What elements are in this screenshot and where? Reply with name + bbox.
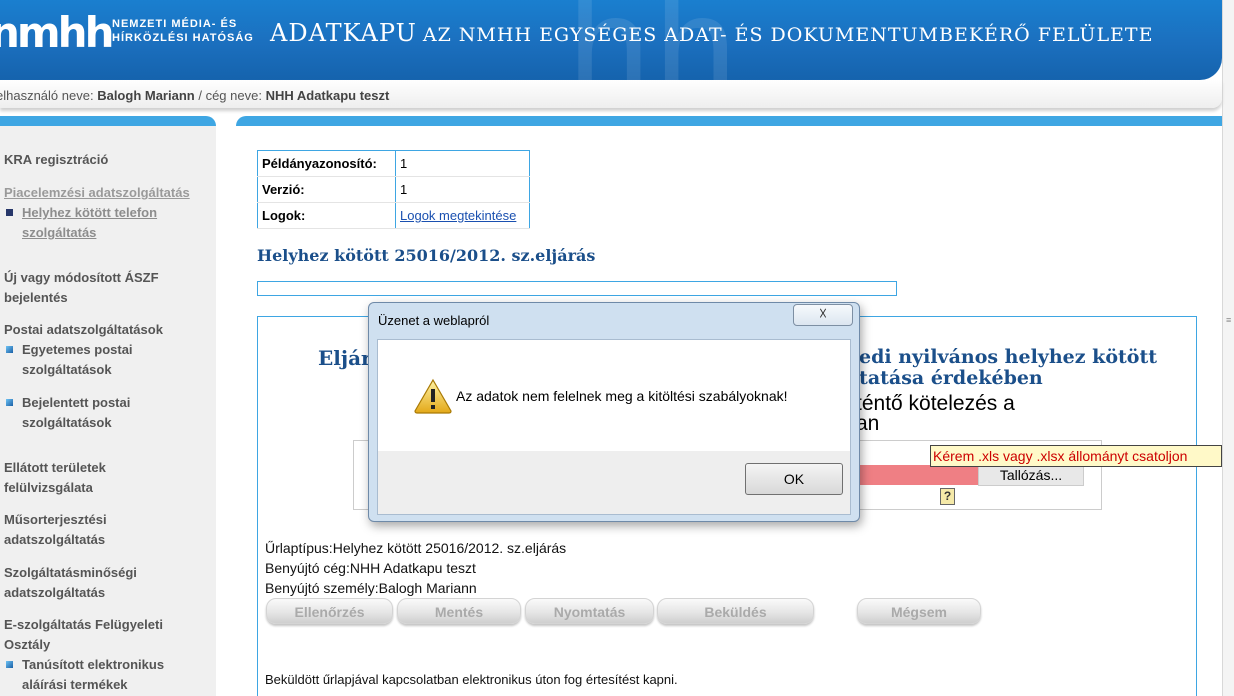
user-name: Balogh Mariann (97, 88, 195, 103)
sidebar-item-kra[interactable]: KRA regisztráció (4, 150, 209, 170)
sidebar-label-line2: aláírási termékek (22, 677, 128, 692)
sidebar-label-line2: adatszolgáltatás (4, 585, 106, 600)
sidebar-item-eszolgaltatas[interactable]: E-szolgáltatás Felügyeleti Osztály (4, 615, 209, 655)
sidebar-item-szolgaltatasminoseg[interactable]: Szolgáltatásminőségi adatszolgáltatás (4, 563, 209, 603)
sidebar-label-line1: Helyhez kötött telefon (22, 205, 158, 220)
sidebar-label-line1: E-szolgáltatás Felügyeleti (4, 617, 163, 632)
company-prefix: / cég neve: (198, 88, 262, 103)
submitter-person-line: Benyújtó személy:Balogh Mariann (265, 580, 477, 596)
nmhh-logo: nmhh (0, 8, 114, 57)
sidebar-label-line1: Műsorterjesztési (4, 512, 107, 527)
company-name: NHH Adatkapu teszt (265, 88, 390, 103)
dialog-close-button[interactable]: ☓ (793, 304, 853, 326)
logo-text: NEMZETI MÉDIA- ÉS HÍRKÖZLÉSI HATÓSÁG (112, 17, 254, 45)
dialog-footer: OK (377, 451, 851, 515)
sidebar-label-line1: Ellátott területek (4, 460, 106, 475)
sidebar-label-line1: Tanúsított elektronikus (22, 657, 165, 672)
bullet-icon (6, 209, 13, 216)
cancel-button[interactable]: Mégsem (857, 598, 981, 624)
help-icon[interactable]: ? (940, 488, 955, 505)
form-type-label: Űrlaptípus: (265, 540, 333, 556)
file-path-input[interactable] (858, 465, 978, 485)
sidebar-item-tanusitott[interactable]: Tanúsított elektronikus aláírási terméke… (6, 655, 206, 695)
sidebar-label-line1: Egyetemes postai (22, 342, 133, 357)
logo-line-1: NEMZETI MÉDIA- ÉS (112, 18, 238, 30)
table-row: Logok: Logok megtekintése (257, 202, 530, 229)
sidebar-item-egyetemes-postai[interactable]: Egyetemes postai szolgáltatások (6, 340, 206, 380)
table-row: Verzió: 1 (257, 176, 530, 203)
sidebar-label-line1: Szolgáltatásminőségi (4, 565, 137, 580)
form-heading-right-1: yedi nyilvános helyhez kötött (848, 346, 1157, 368)
print-button[interactable]: Nyomtatás (525, 598, 654, 624)
submitter-person-label: Benyújtó személy: (265, 580, 379, 596)
sidebar-label-line2: felülvizsgálata (4, 480, 93, 495)
logo-line-2: HÍRKÖZLÉSI HATÓSÁG (112, 32, 254, 44)
version-value: 1 (395, 176, 530, 203)
procedure-title: Helyhez kötött 25016/2012. sz.eljárás (257, 246, 596, 265)
sidebar-label-line1: Új vagy módosított ÁSZF (4, 270, 159, 285)
sidebar-item-bejelentett-postai[interactable]: Bejelentett postai szolgáltatások (6, 393, 206, 433)
dialog-content: Az adatok nem felelnek meg a kitöltési s… (377, 339, 851, 451)
sidebar-label-line2: szolgáltatás (22, 225, 97, 240)
form-type-value: Helyhez kötött 25016/2012. sz.eljárás (332, 540, 567, 556)
user-info-text: elhasználó neve: Balogh Mariann / cég ne… (0, 88, 389, 103)
app-title-main: ADATKAPU (270, 19, 417, 47)
sidebar-nav: KRA regisztráció Piacelemzési adatszolgá… (0, 116, 216, 696)
logs-cell: Logok megtekintése (395, 202, 530, 229)
logs-label: Logok: (257, 202, 396, 229)
alert-dialog: Üzenet a weblapról ☓ Az adatok nem felel… (368, 302, 860, 522)
page: hh nmhh NEMZETI MÉDIA- ÉS HÍRKÖZLÉSI HAT… (0, 0, 1234, 696)
header-banner: hh nmhh NEMZETI MÉDIA- ÉS HÍRKÖZLÉSI HAT… (0, 0, 1222, 80)
sidebar-item-helyhez-kotott[interactable]: Helyhez kötött telefon szolgáltatás (6, 203, 206, 243)
dialog-title: Üzenet a weblapról (378, 313, 490, 328)
sidebar-item-piacelemzes[interactable]: Piacelemzési adatszolgáltatás (4, 183, 209, 203)
bullet-icon (6, 399, 13, 406)
form-heading-right-2: ytatása érdekében (848, 367, 1043, 389)
submission-notice: Beküldött űrlapjával kapcsolatban elektr… (265, 672, 678, 687)
browse-button[interactable]: Tallózás... (978, 464, 1084, 486)
form-text-right-1: téntő kötelezés a (856, 392, 1015, 415)
sidebar-item-aszf[interactable]: Új vagy módosított ÁSZF bejelentés (4, 268, 209, 308)
submitter-company-line: Benyújtó cég:NHH Adatkapu teszt (265, 560, 476, 576)
form-heading-left: Eljár (318, 346, 372, 370)
app-subtitle: AZ NMHH EGYSÉGES ADAT- ÉS DOKUMENTUMBEKÉ… (422, 24, 1154, 46)
sidebar-item-postai[interactable]: Postai adatszolgáltatások (4, 320, 209, 340)
sidebar-item-musorterjesztes[interactable]: Műsorterjesztési adatszolgáltatás (4, 510, 209, 550)
scrollbar-edge[interactable]: ≡ (1222, 0, 1234, 696)
sidebar-label-line2: szolgáltatások (22, 362, 112, 377)
bullet-icon (6, 346, 13, 353)
sidebar-label-line2: bejelentés (4, 290, 68, 305)
id-label: Példányazonosító: (257, 150, 396, 177)
bullet-icon (6, 661, 13, 668)
dialog-message: Az adatok nem felelnek meg a kitöltési s… (456, 388, 788, 404)
app-title: ADATKAPU AZ NMHH EGYSÉGES ADAT- ÉS DOKUME… (270, 19, 1153, 47)
submitter-company-label: Benyújtó cég: (265, 560, 350, 576)
check-button[interactable]: Ellenőrzés (266, 598, 393, 624)
message-box (257, 281, 897, 296)
sidebar-label-line2: szolgáltatások (22, 415, 112, 430)
ok-button[interactable]: OK (745, 463, 843, 495)
table-row: Példányazonosító: 1 (257, 150, 530, 177)
version-label: Verzió: (257, 176, 396, 203)
sidebar-item-ellatott[interactable]: Ellátott területek felülvizsgálata (4, 458, 209, 498)
sidebar-label-line1: Bejelentett postai (22, 395, 131, 410)
submit-button[interactable]: Beküldés (657, 598, 814, 624)
id-value: 1 (395, 150, 530, 177)
close-icon: ☓ (818, 306, 828, 323)
sidebar-label-line2: Osztály (4, 637, 51, 652)
warning-icon (414, 378, 452, 414)
form-type-line: Űrlaptípus:Helyhez kötött 25016/2012. sz… (265, 540, 566, 556)
resize-grip-icon: ≡ (1226, 315, 1232, 325)
validation-tooltip: Kérem .xls vagy .xlsx állományt csatoljo… (930, 445, 1222, 467)
user-info-bar: elhasználó neve: Balogh Mariann / cég ne… (0, 80, 1222, 108)
logs-link[interactable]: Logok megtekintése (400, 208, 516, 223)
sidebar-label-line2: adatszolgáltatás (4, 532, 106, 547)
submitter-person-value: Balogh Mariann (378, 580, 477, 596)
user-prefix: elhasználó neve: (0, 88, 94, 103)
instance-info-table: Példányazonosító: 1 Verzió: 1 Logok: Log… (257, 150, 530, 229)
save-button[interactable]: Mentés (397, 598, 521, 624)
submitter-company-value: NHH Adatkapu teszt (349, 560, 476, 576)
